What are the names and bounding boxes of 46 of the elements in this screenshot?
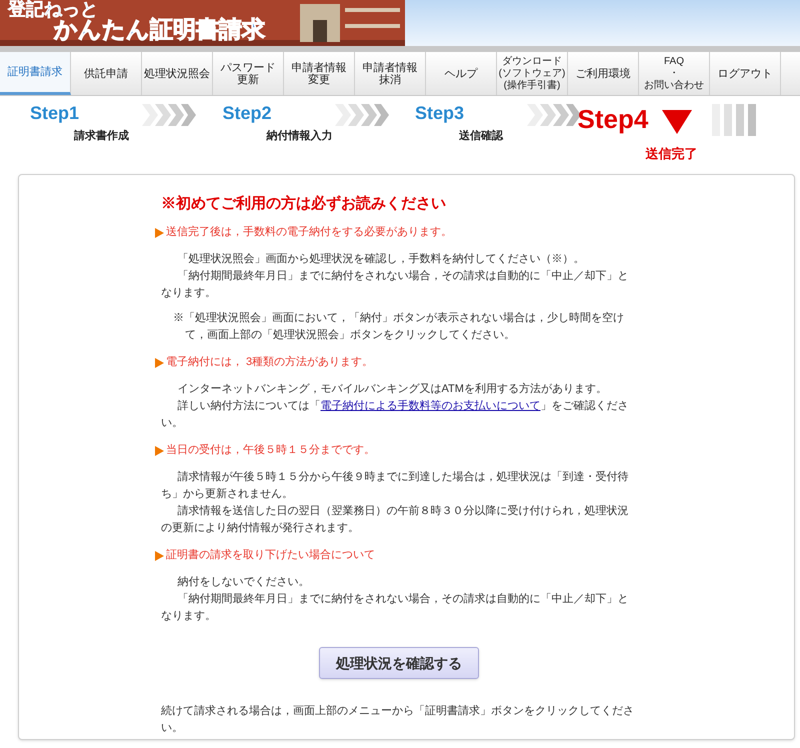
section-heading: 証明書の請求を取り下げたい場合について — [166, 548, 375, 563]
paragraph: 詳しい納付方法については「電子納付による手数料等のお支払いについて」をご確認ください。 — [161, 398, 630, 431]
paragraph: 納付をしないでください。 — [176, 575, 310, 590]
step-label: 請求書作成 — [74, 128, 129, 144]
paragraph: 「納付期間最終年月日」までに納付をされない場合，その請求は自動的に「中止／却下」となります。 — [161, 592, 630, 624]
paragraph: 「処理状況照会」画面から処理状況を確認し，手数料を納付してください（※）。 — [176, 252, 586, 267]
chevrons-icon — [334, 104, 388, 126]
footer-text: 続けて請求される場合は，画面上部のメニューから「証明書請求」ボタンをクリックしてください。 — [161, 704, 635, 736]
step-title: Step1 — [30, 102, 80, 125]
logo-text: 登記ねっと — [8, 0, 99, 18]
step-title: Step4 — [578, 103, 648, 136]
paragraph: 請求情報が午後５時１５分から午後９時までに到達した場合は，処理状況は「到達・受付待ち」から更新されません。 — [161, 470, 630, 502]
nav-tab[interactable]: ログアウト — [710, 52, 781, 95]
nav-tab[interactable]: 供託申請 — [71, 52, 142, 95]
triangle-bullet-icon — [155, 358, 164, 368]
triangle-bullet-icon — [155, 446, 164, 456]
paragraph: 請求情報を送信した日の翌日（翌業務日）の午前８時３０分以降に受け付けられ，処理状況の更新により納付情報が発行されます。 — [161, 504, 630, 536]
logo-text: かんたん証明書請求 — [54, 18, 265, 41]
nav-tab[interactable]: ダウンロード (ソフトウェア) (操作手引書) — [497, 52, 568, 95]
section-heading: 電子納付には， 3種類の方法があります。 — [166, 354, 374, 370]
check-status-button[interactable]: 処理状況を確認する — [319, 647, 479, 679]
nav-tab[interactable]: 証明書請求 — [0, 52, 71, 95]
stripes-icon — [712, 104, 758, 136]
nav-tab[interactable]: FAQ ・ お問い合わせ — [639, 52, 710, 95]
paragraph: 「納付期間最終年月日」までに納付をされない場合，その請求は自動的に「中止／却下」となります。 — [161, 269, 630, 301]
step-title: Step3 — [415, 102, 464, 125]
notice-title: ※初めてご利用の方は必ずお読みください — [161, 195, 447, 212]
help-link[interactable]: 電子納付による手数料等のお支払いについて — [320, 400, 540, 412]
section-heading: 送信完了後は，手数料の電子納付をする必要があります。 — [166, 224, 452, 240]
triangle-bullet-icon — [155, 550, 164, 560]
step-title: Step2 — [222, 102, 272, 125]
down-triangle-icon — [662, 110, 692, 134]
nav-tab[interactable]: パスワード 更新 — [213, 52, 284, 95]
nav-tab[interactable]: 申請者情報 変更 — [284, 52, 355, 95]
step-label: 納付情報入力 — [266, 128, 332, 144]
section-heading: 当日の受付は，午後５時１５分までです。 — [166, 442, 375, 458]
paragraph: インターネットバンキング，モバイルバンキング又はATMを利用する方法があります。 — [176, 382, 608, 397]
nav-tab[interactable]: ヘルプ — [426, 52, 497, 95]
nav-tab[interactable]: 処理状況照会 — [142, 52, 213, 95]
step-label: 送信確認 — [459, 128, 503, 144]
chevrons-icon — [142, 104, 196, 126]
step-label: 送信完了 — [646, 145, 698, 163]
note-text: ※「処理状況照会」画面において，「納付」ボタンが表示されない場合は，少し時間を空けて，画面上部の「処理状況照会」ボタンをクリックしてください。 — [172, 310, 625, 343]
nav-tab[interactable]: ご利用環境 — [568, 52, 639, 95]
triangle-bullet-icon — [155, 228, 164, 238]
nav-tab[interactable]: 申請者情報 抹消 — [355, 52, 426, 95]
